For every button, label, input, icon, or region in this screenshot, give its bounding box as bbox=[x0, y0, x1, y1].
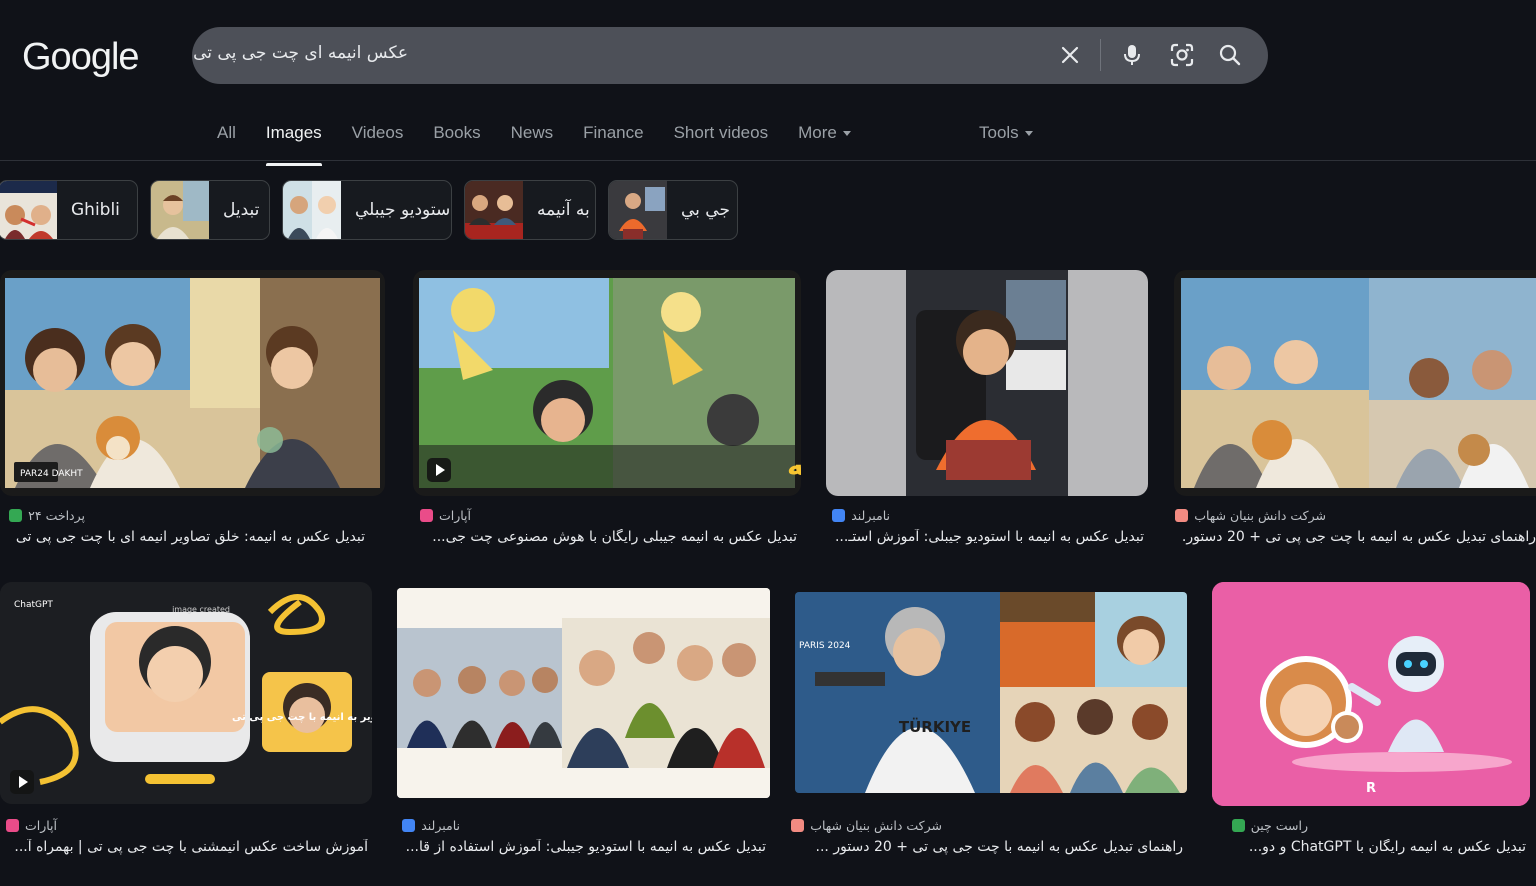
tools-label: Tools bbox=[979, 123, 1019, 142]
thumbnail-overlay-text: تبدیل تصاویر به انیمه با چت جی پی تی bbox=[232, 712, 372, 723]
clear-icon[interactable] bbox=[1056, 41, 1084, 69]
tools-button[interactable]: Tools bbox=[964, 118, 1048, 148]
result-source-name: شرکت دانش بنیان شهاب bbox=[1194, 508, 1326, 523]
chip-label: به آنیمه bbox=[537, 200, 590, 220]
result-thumbnail[interactable]: PAR24 DAKHT bbox=[0, 270, 385, 496]
shirt-text: TÜRKIYE bbox=[899, 717, 971, 736]
result-thumbnail[interactable]: TÜRKIYE PARIS 2024 bbox=[795, 592, 1187, 793]
result-title[interactable]: آموزش ساخت عکس انیمشنی با چت جی پی تی | … bbox=[2, 839, 368, 855]
chip-convert[interactable]: تبديل bbox=[150, 180, 270, 240]
header-divider bbox=[0, 160, 1536, 161]
result-source[interactable]: نامبرلند bbox=[402, 818, 460, 833]
tab-videos[interactable]: Videos bbox=[337, 118, 419, 158]
search-box[interactable]: عکس انیمه ای چت جی پی تی bbox=[192, 27, 1268, 84]
source-favicon-icon bbox=[5, 819, 19, 832]
result-thumbnail[interactable]: ChatGPT image created تبدیل تصاویر به ان… bbox=[0, 582, 372, 804]
source-favicon-icon bbox=[791, 819, 805, 832]
result-source[interactable]: شرکت دانش بنیان شهاب bbox=[791, 818, 942, 833]
source-favicon-icon bbox=[1231, 819, 1245, 832]
result-title[interactable]: تبدیل عکس به انیمه رایگان با ChatGPT و د… bbox=[1212, 839, 1526, 855]
result-title[interactable]: تبدیل عکس به انیمه با استودیو جیبلی: آمو… bbox=[397, 839, 766, 855]
chip-ghibli[interactable]: Ghibli bbox=[0, 180, 138, 240]
tab-more[interactable]: More bbox=[783, 118, 866, 158]
video-play-icon bbox=[10, 770, 34, 794]
chip-to-anime[interactable]: به آنیمه bbox=[464, 180, 596, 240]
thumbnail-caption: image created bbox=[172, 605, 230, 614]
source-favicon-icon bbox=[419, 509, 433, 522]
search-divider bbox=[1100, 39, 1101, 71]
chip-gpt[interactable]: جي بي bbox=[608, 180, 738, 240]
result-title[interactable]: تبدیل عکس به انیمه با استودیو جیبلی: آمو… bbox=[826, 529, 1144, 545]
tab-books[interactable]: Books bbox=[418, 118, 495, 158]
svg-text:R: R bbox=[1366, 781, 1376, 796]
result-thumbnail[interactable] bbox=[826, 270, 1148, 496]
source-favicon-icon bbox=[1175, 509, 1189, 522]
result-source[interactable]: آپارات bbox=[419, 508, 471, 523]
thumbnail-overlay-text: تبدیل عکس به انیمه bbox=[787, 449, 801, 482]
result-source[interactable]: آپارات bbox=[5, 818, 57, 833]
result-thumbnail[interactable]: تبدیل عکس به انیمه bbox=[413, 270, 801, 496]
chip-label: جي بي bbox=[681, 200, 730, 220]
video-play-icon bbox=[427, 458, 451, 482]
chip-thumbnail bbox=[151, 181, 209, 239]
result-title[interactable]: راهنمای تبدیل عکس به انیمه با چت جی پی ت… bbox=[1182, 529, 1536, 545]
result-source-name: نامبرلند bbox=[421, 818, 460, 833]
result-source[interactable]: شرکت دانش بنیان شهاب bbox=[1175, 508, 1326, 523]
microphone-icon[interactable] bbox=[1118, 41, 1146, 69]
tab-short-videos[interactable]: Short videos bbox=[659, 118, 784, 158]
chevron-down-icon bbox=[1024, 131, 1033, 137]
tab-news[interactable]: News bbox=[496, 118, 569, 158]
chevron-down-icon bbox=[842, 131, 851, 137]
result-source-name: آپارات bbox=[24, 818, 57, 833]
result-thumbnail[interactable] bbox=[397, 588, 770, 798]
tab-images[interactable]: Images bbox=[251, 118, 337, 166]
result-source-name: شرکت دانش بنیان شهاب bbox=[810, 818, 942, 833]
result-source-name: آپارات bbox=[438, 508, 471, 523]
lens-icon[interactable] bbox=[1168, 41, 1196, 69]
thumbnail-chatgpt-label: ChatGPT bbox=[14, 600, 53, 610]
watermark-text: PAR24 DAKHT bbox=[20, 469, 83, 479]
result-title[interactable]: تبدیل عکس به انیمه: خلق تصاویر انیمه ای … bbox=[0, 529, 365, 545]
chip-label: استوديو جيبلي bbox=[355, 200, 452, 220]
sign-text: PARIS 2024 bbox=[799, 641, 851, 651]
chip-thumbnail bbox=[0, 181, 57, 239]
chip-thumbnail bbox=[283, 181, 341, 239]
search-input[interactable]: عکس انیمه ای چت جی پی تی bbox=[193, 43, 408, 63]
result-source-name: پرداخت ۲۴ bbox=[28, 508, 85, 523]
result-source-name: راست چین bbox=[1250, 818, 1308, 833]
source-favicon-icon bbox=[832, 509, 846, 522]
chip-label: Ghibli bbox=[71, 200, 120, 220]
chip-thumbnail bbox=[465, 181, 523, 239]
search-tabs: All Images Videos Books News Finance Sho… bbox=[202, 118, 866, 166]
chip-label: تبديل bbox=[223, 200, 260, 220]
result-thumbnail[interactable] bbox=[1174, 270, 1536, 496]
result-source[interactable]: راست چین bbox=[1231, 818, 1308, 833]
result-title[interactable]: راهنمای تبدیل عکس به انیمه با چت جی پی ت… bbox=[795, 839, 1183, 855]
source-favicon-icon bbox=[402, 819, 416, 832]
chip-thumbnail bbox=[609, 181, 667, 239]
source-favicon-icon bbox=[9, 509, 23, 522]
result-thumbnail[interactable]: R bbox=[1212, 582, 1530, 806]
tab-all[interactable]: All bbox=[202, 118, 251, 158]
tab-more-label: More bbox=[798, 123, 837, 142]
result-source[interactable]: پرداخت ۲۴ bbox=[9, 508, 85, 523]
result-source-name: نامبرلند bbox=[851, 508, 890, 523]
chip-studio-ghibli[interactable]: استوديو جيبلي bbox=[282, 180, 452, 240]
result-source[interactable]: نامبرلند bbox=[832, 508, 890, 523]
result-title[interactable]: تبدیل عکس به انیمه جیبلی رایگان با هوش م… bbox=[413, 529, 797, 545]
tab-finance[interactable]: Finance bbox=[568, 118, 658, 158]
google-logo[interactable]: Google bbox=[22, 36, 140, 79]
search-icon[interactable] bbox=[1216, 41, 1244, 69]
